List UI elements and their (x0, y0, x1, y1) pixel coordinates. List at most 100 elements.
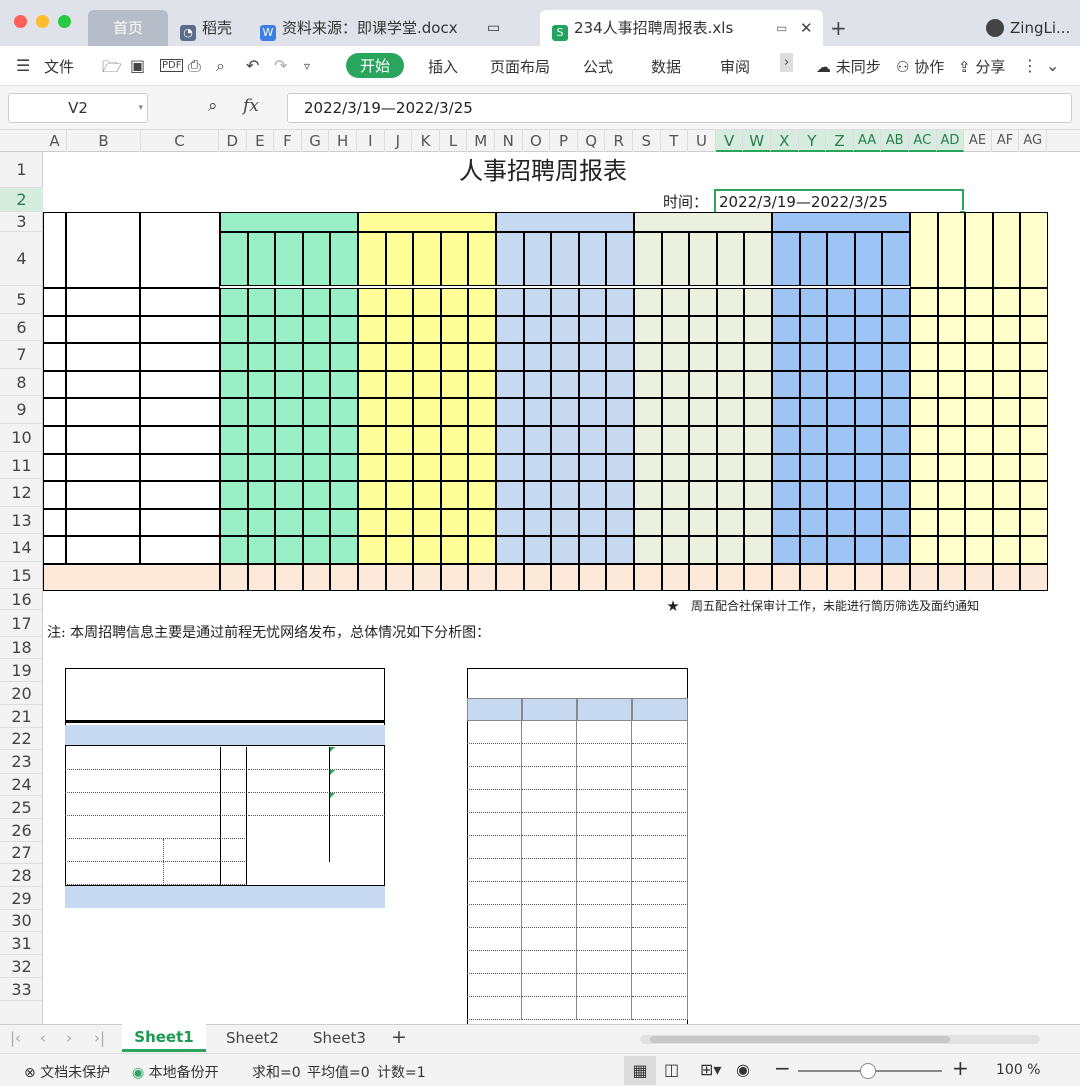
row-header[interactable]: 1 (0, 152, 43, 188)
day-data-cell[interactable] (330, 536, 358, 564)
analysis-extra-cell[interactable] (248, 816, 330, 862)
tab-formula[interactable]: 公式 (583, 56, 613, 77)
summary-cell[interactable] (937, 398, 966, 426)
day-data-cell[interactable] (854, 315, 883, 344)
redo-icon[interactable]: ↷ (274, 56, 287, 75)
total-cell[interactable] (716, 564, 745, 591)
pos-cell[interactable] (140, 288, 220, 316)
employee-cell[interactable] (577, 905, 632, 928)
total-cell[interactable] (882, 564, 910, 591)
day-data-cell[interactable] (496, 481, 524, 509)
column-header[interactable]: AG (1019, 130, 1047, 152)
employee-cell[interactable] (577, 721, 632, 744)
day-data-cell[interactable] (882, 370, 910, 399)
day-data-cell[interactable] (827, 370, 855, 399)
analysis-rate-value[interactable] (330, 793, 385, 816)
tab-start[interactable]: 开始 (346, 53, 405, 78)
day-data-cell[interactable] (220, 536, 248, 564)
analysis-rate-value[interactable] (330, 747, 385, 770)
day-data-cell[interactable] (882, 536, 910, 564)
day-data-cell[interactable] (330, 343, 358, 371)
day-data-cell[interactable] (440, 398, 469, 426)
day-data-cell[interactable] (661, 315, 690, 344)
day-data-cell[interactable] (661, 453, 690, 482)
day-data-cell[interactable] (330, 288, 358, 316)
day-data-cell[interactable] (882, 398, 910, 426)
pos-cell[interactable] (140, 370, 220, 399)
day-data-cell[interactable] (330, 508, 358, 537)
total-cell[interactable] (385, 564, 414, 591)
day-data-cell[interactable] (275, 398, 303, 426)
total-cell[interactable] (937, 564, 966, 591)
row-header[interactable]: 13 (0, 507, 43, 535)
day-data-cell[interactable] (440, 426, 469, 454)
day-data-cell[interactable] (827, 398, 855, 426)
summary-cell[interactable] (910, 536, 938, 564)
row-header[interactable]: 8 (0, 369, 43, 397)
scrollbar-thumb[interactable] (650, 1036, 950, 1043)
new-tab-button[interactable]: + (830, 10, 847, 46)
row-header[interactable]: 4 (0, 232, 43, 286)
column-header[interactable]: AE (964, 130, 992, 152)
day-data-cell[interactable] (661, 481, 690, 509)
summary-cell[interactable] (937, 426, 966, 454)
day-data-cell[interactable] (275, 453, 303, 482)
day-data-cell[interactable] (247, 398, 276, 426)
summary-cell[interactable] (910, 343, 938, 371)
day-data-cell[interactable] (385, 508, 414, 537)
day-data-cell[interactable] (275, 426, 303, 454)
day-data-cell[interactable] (220, 398, 248, 426)
quick-access-dropdown-icon[interactable]: ▿ (304, 59, 310, 73)
column-header[interactable]: I (357, 130, 385, 152)
day-data-cell[interactable] (275, 536, 303, 564)
day-data-cell[interactable] (744, 508, 772, 537)
pos-cell[interactable] (140, 481, 220, 509)
day-data-cell[interactable] (302, 343, 331, 371)
day-data-cell[interactable] (606, 453, 634, 482)
more-icon[interactable]: ⋮ (1022, 56, 1038, 75)
row-header[interactable]: 2 (0, 188, 43, 212)
summary-cell[interactable] (992, 315, 1021, 344)
day-data-cell[interactable] (689, 453, 717, 482)
employee-cell[interactable] (577, 882, 632, 905)
day-data-cell[interactable] (606, 481, 634, 509)
day-data-cell[interactable] (468, 315, 496, 344)
employee-cell[interactable] (632, 836, 688, 859)
day-data-cell[interactable] (440, 370, 469, 399)
day-data-cell[interactable] (716, 508, 745, 537)
summary-cell[interactable] (992, 398, 1021, 426)
day-data-cell[interactable] (275, 370, 303, 399)
employee-cell[interactable] (632, 813, 688, 836)
day-data-cell[interactable] (468, 508, 496, 537)
day-data-cell[interactable] (247, 288, 276, 316)
summary-cell[interactable] (910, 481, 938, 509)
day-data-cell[interactable] (827, 481, 855, 509)
employee-cell[interactable] (632, 859, 688, 882)
row-header[interactable]: 15 (0, 562, 43, 589)
sheet-tab-1[interactable]: Sheet1 (122, 1024, 206, 1052)
day-data-cell[interactable] (385, 398, 414, 426)
row-header[interactable]: 9 (0, 396, 43, 424)
day-data-cell[interactable] (523, 370, 552, 399)
column-header[interactable]: Z (826, 130, 854, 152)
day-data-cell[interactable] (772, 288, 800, 316)
summary-cell[interactable] (992, 453, 1021, 482)
zoom-window-button[interactable] (58, 15, 71, 28)
row-header[interactable]: 25 (0, 796, 43, 819)
employee-cell[interactable] (577, 859, 632, 882)
employee-cell[interactable] (467, 951, 522, 974)
day-data-cell[interactable] (358, 370, 386, 399)
day-data-cell[interactable] (385, 453, 414, 482)
summary-cell[interactable] (937, 481, 966, 509)
eye-protect-icon[interactable]: ◉ (736, 1060, 750, 1079)
employee-cell[interactable] (467, 859, 522, 882)
day-data-cell[interactable] (413, 426, 441, 454)
total-cell[interactable] (578, 564, 607, 591)
pos-cell[interactable] (140, 315, 220, 344)
sync-status[interactable]: ☁ 未同步 (816, 56, 881, 77)
column-header[interactable]: D (219, 130, 247, 152)
day-data-cell[interactable] (772, 398, 800, 426)
day-data-cell[interactable] (551, 508, 579, 537)
summary-cell[interactable] (937, 508, 966, 537)
day-data-cell[interactable] (496, 370, 524, 399)
